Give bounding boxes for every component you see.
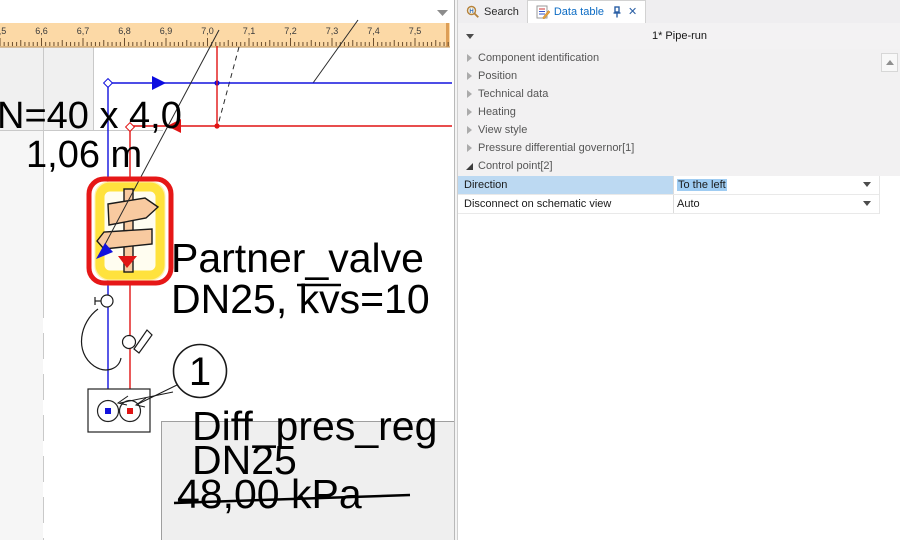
tab-data-table[interactable]: Data table ✕ bbox=[527, 0, 646, 23]
svg-text:6,6: 6,6 bbox=[35, 26, 48, 36]
chevron-right-icon[interactable] bbox=[463, 54, 475, 62]
data-table-icon bbox=[536, 5, 550, 19]
panel-tab-bar: H Search Data table bbox=[458, 0, 900, 23]
property-name-cell[interactable]: Disconnect on schematic view bbox=[458, 195, 674, 213]
property-grid: Direction To the left Disconnect on sche… bbox=[458, 176, 880, 214]
selection-header: 1* Pipe-run bbox=[458, 23, 900, 50]
svg-text:6,9: 6,9 bbox=[160, 26, 173, 36]
return-node[interactable] bbox=[214, 123, 219, 128]
data-table-panel: H Search Data table bbox=[457, 0, 900, 540]
chevron-expanded-icon[interactable] bbox=[463, 163, 475, 170]
svg-text:6,7: 6,7 bbox=[77, 26, 90, 36]
property-row-direction[interactable]: Direction To the left bbox=[458, 176, 879, 195]
chevron-right-icon[interactable] bbox=[463, 108, 475, 116]
chevron-right-icon[interactable] bbox=[463, 72, 475, 80]
pipe-length-label[interactable]: 1,06 m bbox=[26, 134, 142, 176]
svg-text:7,1: 7,1 bbox=[243, 26, 256, 36]
valve-spec-label[interactable]: DN25, kvs=10 bbox=[171, 276, 430, 322]
svg-text:7,0: 7,0 bbox=[201, 26, 214, 36]
property-row-disconnect[interactable]: Disconnect on schematic view Auto bbox=[458, 195, 879, 214]
chevron-right-icon[interactable] bbox=[463, 90, 475, 98]
svg-text:7,4: 7,4 bbox=[367, 26, 380, 36]
tab-search[interactable]: H Search bbox=[458, 0, 527, 23]
regulator-pressure-label[interactable]: 48,00 kPa bbox=[177, 471, 362, 517]
svg-text:7,3: 7,3 bbox=[326, 26, 339, 36]
dropdown-arrow-icon[interactable] bbox=[863, 182, 871, 187]
chevron-right-icon[interactable] bbox=[463, 126, 475, 134]
property-tree: Component identification Position Techni… bbox=[458, 49, 900, 176]
svg-text:7,2: 7,2 bbox=[284, 26, 297, 36]
selection-title: 1* Pipe-run bbox=[458, 30, 900, 42]
property-value-cell[interactable]: To the left bbox=[674, 176, 879, 194]
direction-value[interactable]: To the left bbox=[677, 179, 727, 191]
horizontal-ruler: 6,5 6,6 6,7 6,8 6,9 7,0 7,1 7,2 7,3 7,4 7,5 bbox=[0, 23, 450, 47]
close-icon[interactable]: ✕ bbox=[628, 7, 637, 18]
tab-search-label: Search bbox=[484, 6, 519, 18]
disconnect-value[interactable]: Auto bbox=[677, 198, 700, 210]
tree-item-position[interactable]: Position bbox=[458, 67, 900, 85]
application-window: 6,5 6,6 6,7 6,8 6,9 7,0 7,1 7,2 7,3 7,4 7,5 bbox=[0, 0, 900, 540]
svg-text:H: H bbox=[469, 9, 473, 15]
pin-icon[interactable] bbox=[612, 6, 622, 18]
tree-item-control-point[interactable]: Control point[2] bbox=[458, 157, 900, 175]
balloon-number: 1 bbox=[189, 350, 211, 394]
tree-item-component-identification[interactable]: Component identification bbox=[458, 49, 900, 67]
tree-item-pressure-differential-governor[interactable]: Pressure differential governor[1] bbox=[458, 139, 900, 157]
diff-pressure-regulator-symbol[interactable] bbox=[88, 389, 150, 432]
property-name-cell[interactable]: Direction bbox=[458, 176, 674, 194]
page-margin-left bbox=[0, 130, 43, 540]
valve-name-label[interactable]: Partner_valve bbox=[171, 235, 424, 281]
tree-item-technical-data[interactable]: Technical data bbox=[458, 85, 900, 103]
pipe-dimension-label[interactable]: N=40 x 4,0 bbox=[0, 95, 182, 137]
chevron-right-icon[interactable] bbox=[463, 144, 475, 152]
search-icon: H bbox=[466, 5, 480, 19]
dropdown-arrow-icon[interactable] bbox=[863, 201, 871, 206]
svg-text:6,8: 6,8 bbox=[118, 26, 131, 36]
scroll-up-button[interactable] bbox=[881, 53, 898, 72]
property-value-cell[interactable]: Auto bbox=[674, 195, 879, 213]
svg-text:6,5: 6,5 bbox=[0, 26, 6, 36]
tree-item-view-style[interactable]: View style bbox=[458, 121, 900, 139]
svg-text:7,5: 7,5 bbox=[409, 26, 422, 36]
tab-data-table-label: Data table bbox=[554, 6, 604, 18]
arrow-up-icon bbox=[886, 60, 894, 65]
drawing-canvas[interactable]: 6,5 6,6 6,7 6,8 6,9 7,0 7,1 7,2 7,3 7,4 7,5 bbox=[0, 0, 455, 540]
tree-item-heating[interactable]: Heating bbox=[458, 103, 900, 121]
